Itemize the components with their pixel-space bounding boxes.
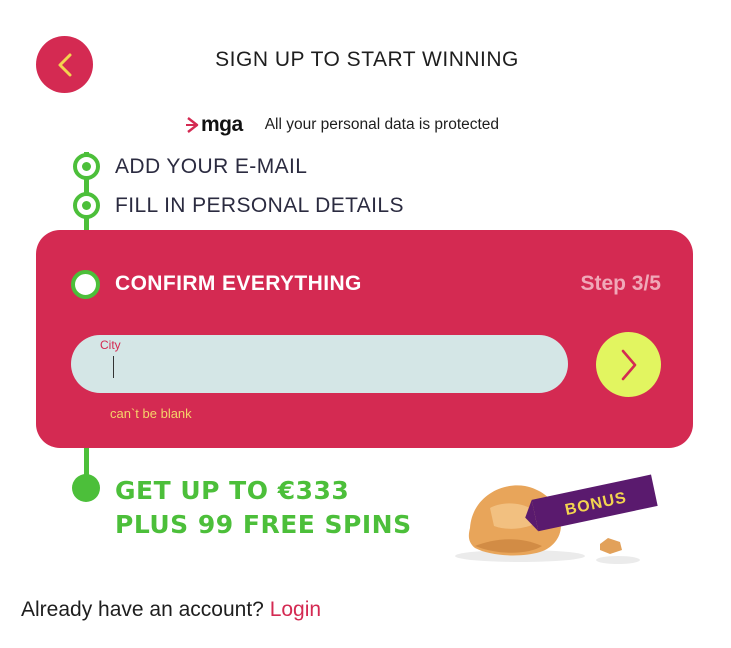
login-prompt-text: Already have an account? [21,598,264,621]
security-message: All your personal data is protected [264,116,500,133]
text-caret [113,356,114,378]
city-field[interactable]: City [71,335,568,393]
step-dot-bonus [72,474,100,502]
step-dot-details [73,192,100,219]
confirm-step-card: CONFIRM EVERYTHING Step 3/5 City can`t b… [36,230,693,448]
step-counter: Step 3/5 [580,272,661,295]
city-error-message: can`t be blank [110,406,192,421]
page-title: SIGN UP TO START WINNING [215,48,519,71]
step-label-email: ADD YOUR E-MAIL [115,155,308,178]
mga-arrow-icon [186,117,199,133]
login-link[interactable]: Login [270,598,321,621]
mga-logo: mga [186,113,243,137]
mga-logo-text: mga [201,113,243,136]
bonus-subline: PLUS 99 FREE SPINS [115,510,412,539]
step-label-confirm: CONFIRM EVERYTHING [115,272,362,295]
chevron-right-icon [621,349,636,380]
step-label-details: FILL IN PERSONAL DETAILS [115,194,404,217]
step-dot-email [73,153,100,180]
next-button[interactable] [596,332,661,397]
login-prompt: Already have an account? Login [21,598,321,622]
city-field-label: City [100,338,121,352]
fortune-cookie-bonus-image: BONUS [455,474,658,564]
step-dot-confirm [71,270,100,299]
city-input[interactable] [100,353,540,383]
security-notice: mga All your personal data is protected [186,112,499,138]
bonus-headline: GET UP TO €333 [115,476,350,505]
